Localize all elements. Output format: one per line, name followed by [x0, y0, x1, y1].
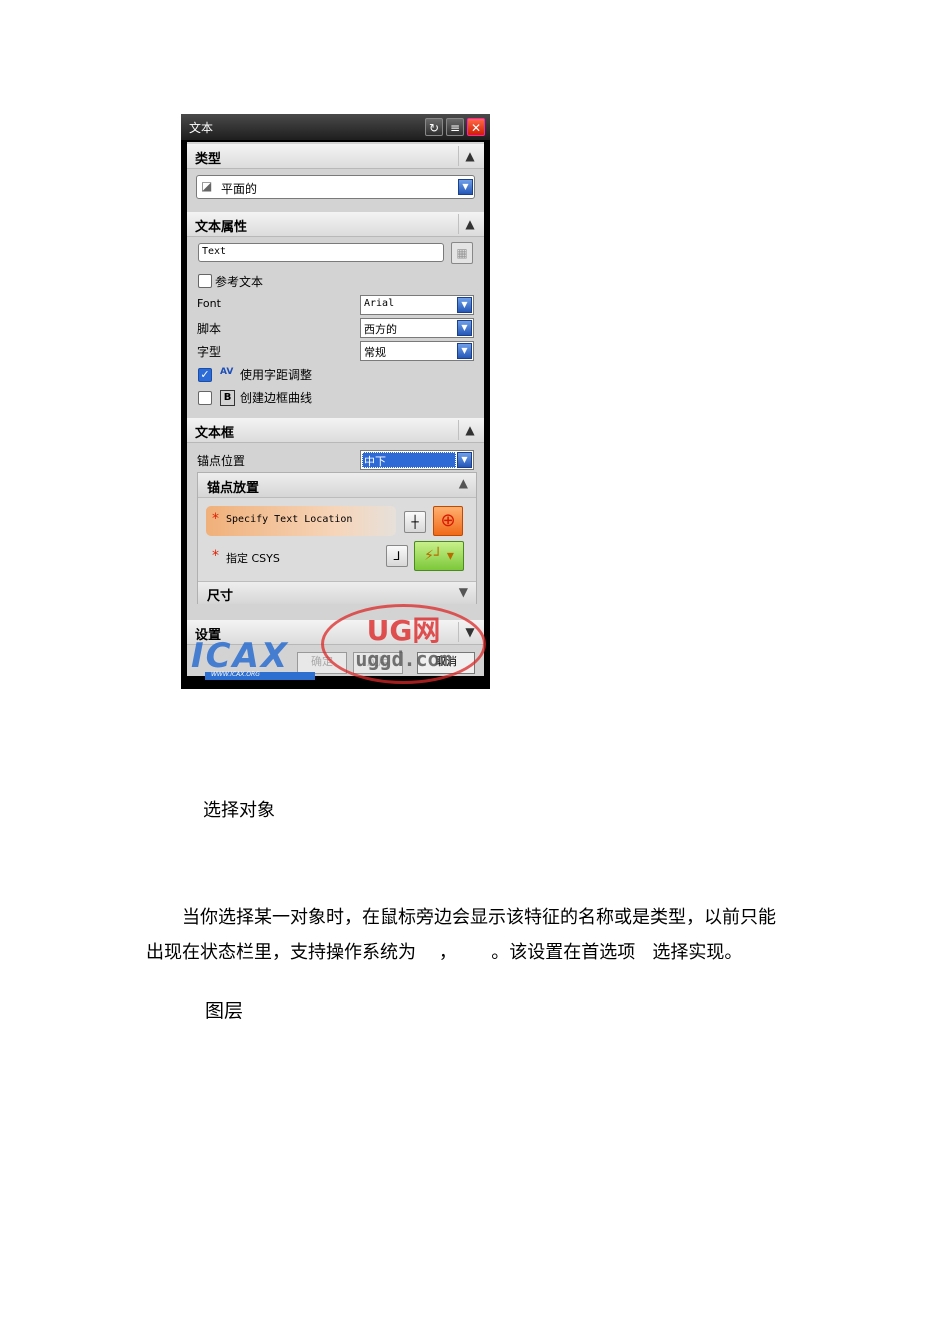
- kerning-checkbox[interactable]: ✓: [198, 368, 212, 382]
- section-type-title: 类型: [195, 152, 222, 167]
- required-icon: *: [212, 511, 219, 527]
- section-text-frame-header[interactable]: 文本框 ▲: [187, 418, 484, 443]
- chevron-down-icon: ▼: [457, 320, 472, 336]
- border-icon: B: [220, 390, 235, 406]
- icax-logo: ICAX WWW.ICAX.ORG: [191, 636, 321, 682]
- required-icon: *: [212, 548, 219, 564]
- ug-stamp-title: UG网: [366, 614, 441, 647]
- collapse-icon[interactable]: ▲: [459, 476, 468, 490]
- section-text-props-title: 文本属性: [195, 220, 248, 235]
- paragraph-line-1: 当你选择某一对象时，在鼠标旁边会显示该特征的名称或是类型，以前只能: [182, 907, 776, 928]
- border-curve-label: 创建边框曲线: [240, 391, 313, 405]
- style-label: 字型: [197, 345, 222, 359]
- chevron-down-icon: ▼: [457, 343, 472, 359]
- anchor-pos-label: 锚点位置: [197, 454, 246, 468]
- ref-text-checkbox[interactable]: [198, 274, 212, 288]
- font-label: Font: [197, 297, 221, 310]
- dialog-titlebar[interactable]: 文本 ↻ ≡ ✕: [181, 114, 490, 140]
- font-combo-value: Arial: [364, 298, 395, 309]
- specify-location-label: Specify Text Location: [226, 514, 353, 525]
- text-input-value: Text: [202, 246, 227, 257]
- reset-icon[interactable]: ↻: [425, 118, 443, 136]
- anchor-place-title: 锚点放置: [207, 481, 260, 496]
- close-icon[interactable]: ✕: [467, 118, 485, 136]
- collapse-icon[interactable]: ▲: [458, 146, 481, 166]
- csys-icon[interactable]: ⚡┘ ▾: [414, 541, 464, 571]
- dialog-body: 类型 ▲ ◪ 平面的 ▼ 文本属性 ▲ Text ▦ 参考文本 Font Ari…: [187, 142, 484, 676]
- ug-stamp-url: uggd.com: [355, 647, 452, 671]
- script-label: 脚本: [197, 322, 222, 336]
- heading-select-object: 选择对象: [203, 800, 275, 821]
- chevron-down-icon: ▼: [458, 179, 473, 195]
- font-combo[interactable]: Arial ▼: [360, 295, 474, 315]
- anchor-pos-value: 中下: [364, 455, 386, 468]
- point-dialog-icon[interactable]: ┼: [404, 511, 426, 533]
- script-combo-value: 西方的: [364, 323, 397, 336]
- type-combo-value: 平面的: [221, 182, 258, 196]
- collapse-icon[interactable]: ▲: [458, 420, 481, 440]
- kerning-icon: AV: [220, 367, 234, 377]
- csys-dialog-icon[interactable]: ⅃: [386, 545, 408, 567]
- text-input[interactable]: Text: [198, 243, 444, 262]
- style-combo-value: 常规: [364, 346, 386, 359]
- text-editor-icon[interactable]: ▦: [451, 242, 473, 264]
- specify-location-row[interactable]: * Specify Text Location: [206, 506, 396, 536]
- anchor-pos-combo[interactable]: 中下 ▼: [360, 450, 474, 470]
- crosshair-icon[interactable]: ⊕: [433, 506, 463, 536]
- anchor-place-group: 锚点放置 ▲ * Specify Text Location ┼ ⊕ * 指定 …: [197, 472, 477, 604]
- ug-stamp: UG网 uggd.com: [321, 604, 486, 684]
- collapse-icon[interactable]: ▲: [458, 214, 481, 234]
- section-text-props-header[interactable]: 文本属性 ▲: [187, 212, 484, 237]
- kerning-label: 使用字距调整: [240, 368, 313, 382]
- script-combo[interactable]: 西方的 ▼: [360, 318, 474, 338]
- dimension-header[interactable]: 尺寸 ▼: [198, 581, 476, 604]
- dialog-title: 文本: [189, 121, 214, 135]
- icax-logo-bar: WWW.ICAX.ORG: [205, 671, 315, 680]
- chevron-down-icon: ▼: [457, 452, 472, 468]
- specify-csys-label: 指定 CSYS: [226, 552, 280, 565]
- style-combo[interactable]: 常规 ▼: [360, 341, 474, 361]
- plane-text-icon: ◪: [201, 179, 213, 193]
- type-combo[interactable]: ◪ 平面的 ▼: [196, 175, 475, 199]
- icax-logo-text: ICAX: [191, 636, 290, 676]
- ref-text-label: 参考文本: [215, 275, 264, 289]
- section-type-header[interactable]: 类型 ▲: [187, 144, 484, 169]
- paragraph-line-2: 出现在状态栏里，支持操作系统为 ， 。该设置在首选项 选择实现。: [146, 942, 743, 963]
- dimension-title: 尺寸: [207, 589, 234, 604]
- anchor-place-header[interactable]: 锚点放置 ▲: [198, 473, 476, 498]
- text-dialog: 文本 ↻ ≡ ✕ 类型 ▲ ◪ 平面的 ▼ 文本属性 ▲ Text ▦ 参考文本…: [181, 114, 490, 689]
- menu-icon[interactable]: ≡: [446, 118, 464, 136]
- expand-icon[interactable]: ▼: [459, 585, 468, 599]
- chevron-down-icon: ▼: [457, 297, 472, 313]
- icax-logo-url: WWW.ICAX.ORG: [211, 671, 260, 678]
- section-text-frame-title: 文本框: [195, 426, 235, 441]
- heading-layers: 图层: [205, 1000, 244, 1022]
- border-curve-checkbox[interactable]: [198, 391, 212, 405]
